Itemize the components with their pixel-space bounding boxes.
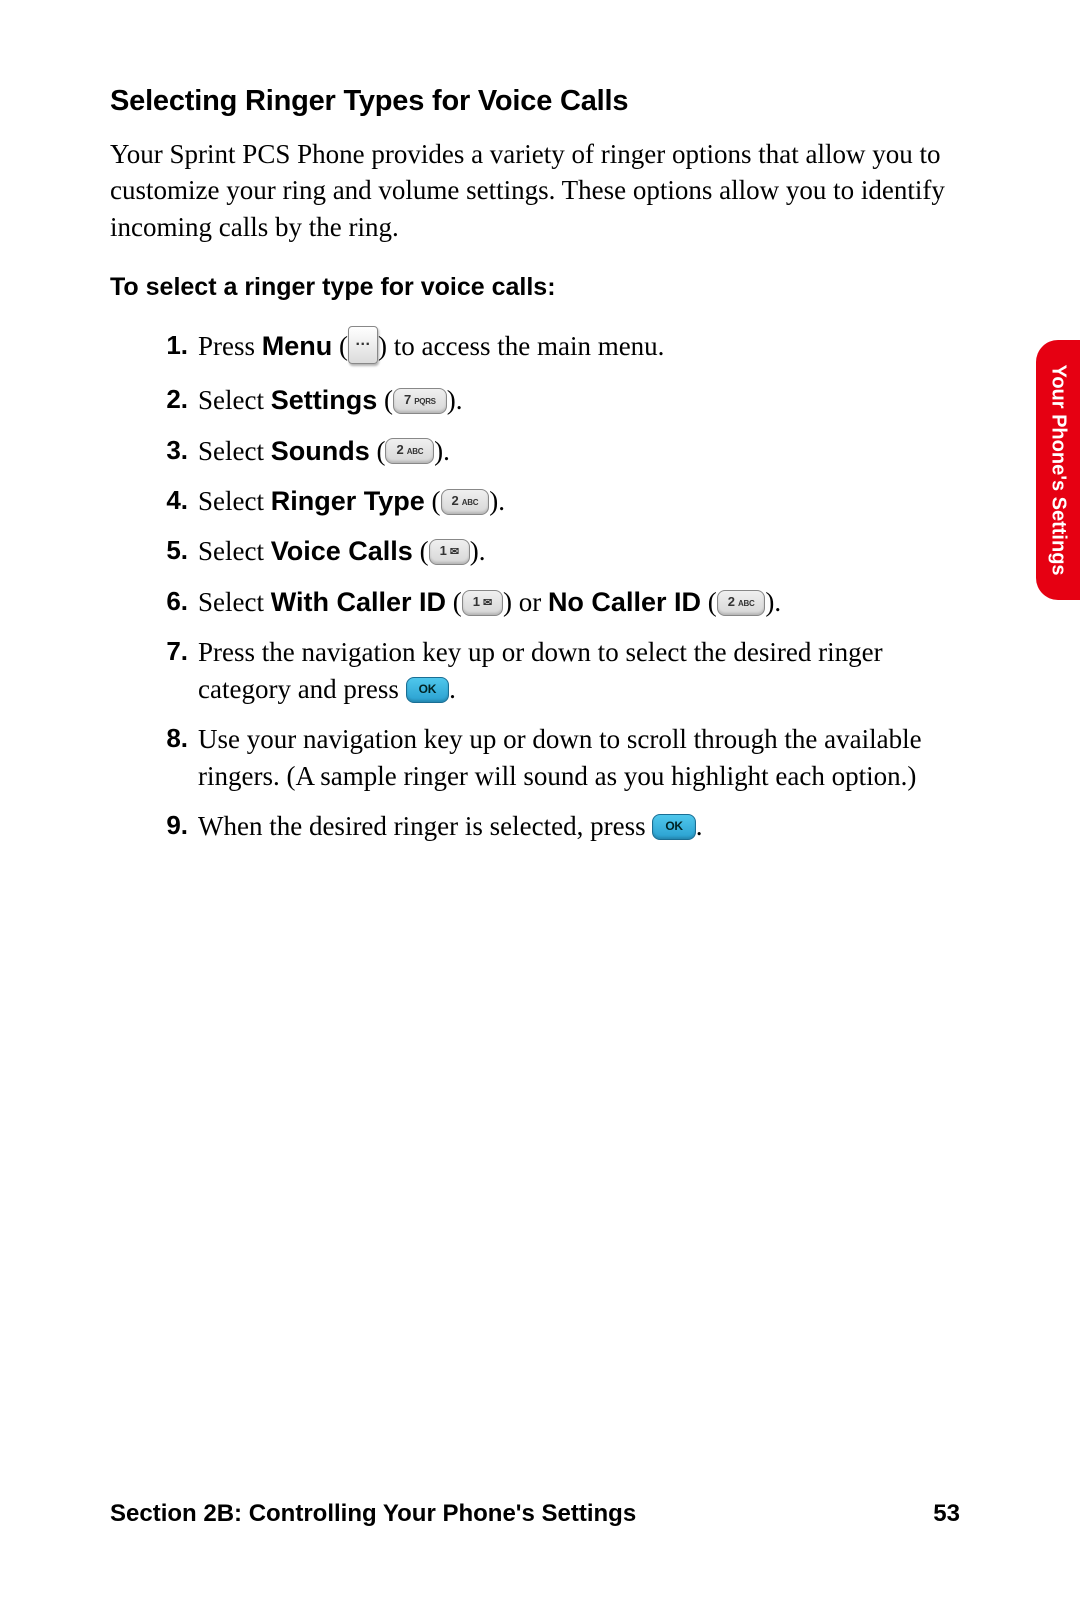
step-item: 4. Select Ringer Type (). bbox=[162, 483, 960, 519]
menu-label: Menu bbox=[262, 331, 333, 361]
paren-open: ( bbox=[370, 436, 386, 466]
paren-close: ). bbox=[470, 536, 486, 566]
step-text: Select bbox=[198, 436, 271, 466]
paren-close: ). bbox=[489, 486, 505, 516]
ok-key-icon: OK bbox=[652, 814, 695, 840]
paren-open: ( bbox=[425, 486, 441, 516]
step-text: Select bbox=[198, 385, 271, 415]
step-number: 1. bbox=[144, 328, 188, 363]
paren-open: ( bbox=[446, 587, 462, 617]
key-2-icon bbox=[441, 489, 490, 515]
step-number: 6. bbox=[144, 584, 188, 619]
step-number: 9. bbox=[144, 808, 188, 843]
paren-open: ( bbox=[377, 385, 393, 415]
ok-key-icon: OK bbox=[406, 677, 449, 703]
key-2-icon bbox=[385, 438, 434, 464]
step-item: 8. Use your navigation key up or down to… bbox=[162, 721, 960, 794]
intro-paragraph: Your Sprint PCS Phone provides a variety… bbox=[110, 136, 960, 245]
menu-key-icon: ··· bbox=[348, 326, 378, 364]
step-list: 1. Press Menu (···) to access the main m… bbox=[110, 328, 960, 844]
key-1-icon bbox=[462, 590, 503, 616]
step-number: 3. bbox=[144, 433, 188, 468]
step-number: 2. bbox=[144, 382, 188, 417]
voice-calls-label: Voice Calls bbox=[271, 536, 413, 566]
step-item: 7. Press the navigation key up or down t… bbox=[162, 634, 960, 707]
page-footer: Section 2B: Controlling Your Phone's Set… bbox=[110, 1500, 960, 1528]
step-number: 4. bbox=[144, 483, 188, 518]
paren-close: ) bbox=[503, 587, 519, 617]
paren-close: ) bbox=[378, 331, 394, 361]
step-text: Select bbox=[198, 486, 271, 516]
step-item: 1. Press Menu (···) to access the main m… bbox=[162, 328, 960, 368]
procedure-subhead: To select a ringer type for voice calls: bbox=[110, 273, 960, 302]
step-item: 5. Select Voice Calls (). bbox=[162, 533, 960, 569]
period: . bbox=[449, 674, 456, 704]
key-1-icon bbox=[429, 539, 470, 565]
footer-section: Section 2B: Controlling Your Phone's Set… bbox=[110, 1500, 636, 1528]
sounds-label: Sounds bbox=[271, 436, 370, 466]
step-number: 7. bbox=[144, 634, 188, 669]
step-number: 5. bbox=[144, 533, 188, 568]
manual-page: Selecting Ringer Types for Voice Calls Y… bbox=[0, 0, 1080, 1620]
paren-close: ). bbox=[434, 436, 450, 466]
settings-label: Settings bbox=[271, 385, 378, 415]
paren-open: ( bbox=[413, 536, 429, 566]
period: . bbox=[696, 811, 703, 841]
step-item: 3. Select Sounds (). bbox=[162, 433, 960, 469]
step-text: Select bbox=[198, 536, 271, 566]
step-item: 9. When the desired ringer is selected, … bbox=[162, 808, 960, 844]
step-text: Use your navigation key up or down to sc… bbox=[198, 724, 922, 790]
step-number: 8. bbox=[144, 721, 188, 756]
step-text: or bbox=[519, 587, 548, 617]
with-caller-id-label: With Caller ID bbox=[271, 587, 446, 617]
paren-close: ). bbox=[447, 385, 463, 415]
no-caller-id-label: No Caller ID bbox=[548, 587, 701, 617]
step-item: 6. Select With Caller ID () or No Caller… bbox=[162, 584, 960, 620]
key-7-icon bbox=[393, 388, 447, 414]
ringer-type-label: Ringer Type bbox=[271, 486, 425, 516]
step-text: Press the navigation key up or down to s… bbox=[198, 637, 883, 703]
key-2-icon bbox=[717, 590, 766, 616]
step-text: Press bbox=[198, 331, 262, 361]
step-text: Select bbox=[198, 587, 271, 617]
page-number: 53 bbox=[933, 1500, 960, 1528]
paren-open: ( bbox=[701, 587, 717, 617]
side-tab-label: Your Phone's Settings bbox=[1047, 364, 1070, 575]
step-item: 2. Select Settings (). bbox=[162, 382, 960, 418]
paren-open: ( bbox=[332, 331, 348, 361]
step-text: to access the main menu. bbox=[394, 331, 665, 361]
paren-close: ). bbox=[765, 587, 781, 617]
side-tab: Your Phone's Settings bbox=[1036, 340, 1080, 600]
step-text: When the desired ringer is selected, pre… bbox=[198, 811, 652, 841]
section-title: Selecting Ringer Types for Voice Calls bbox=[110, 85, 960, 118]
